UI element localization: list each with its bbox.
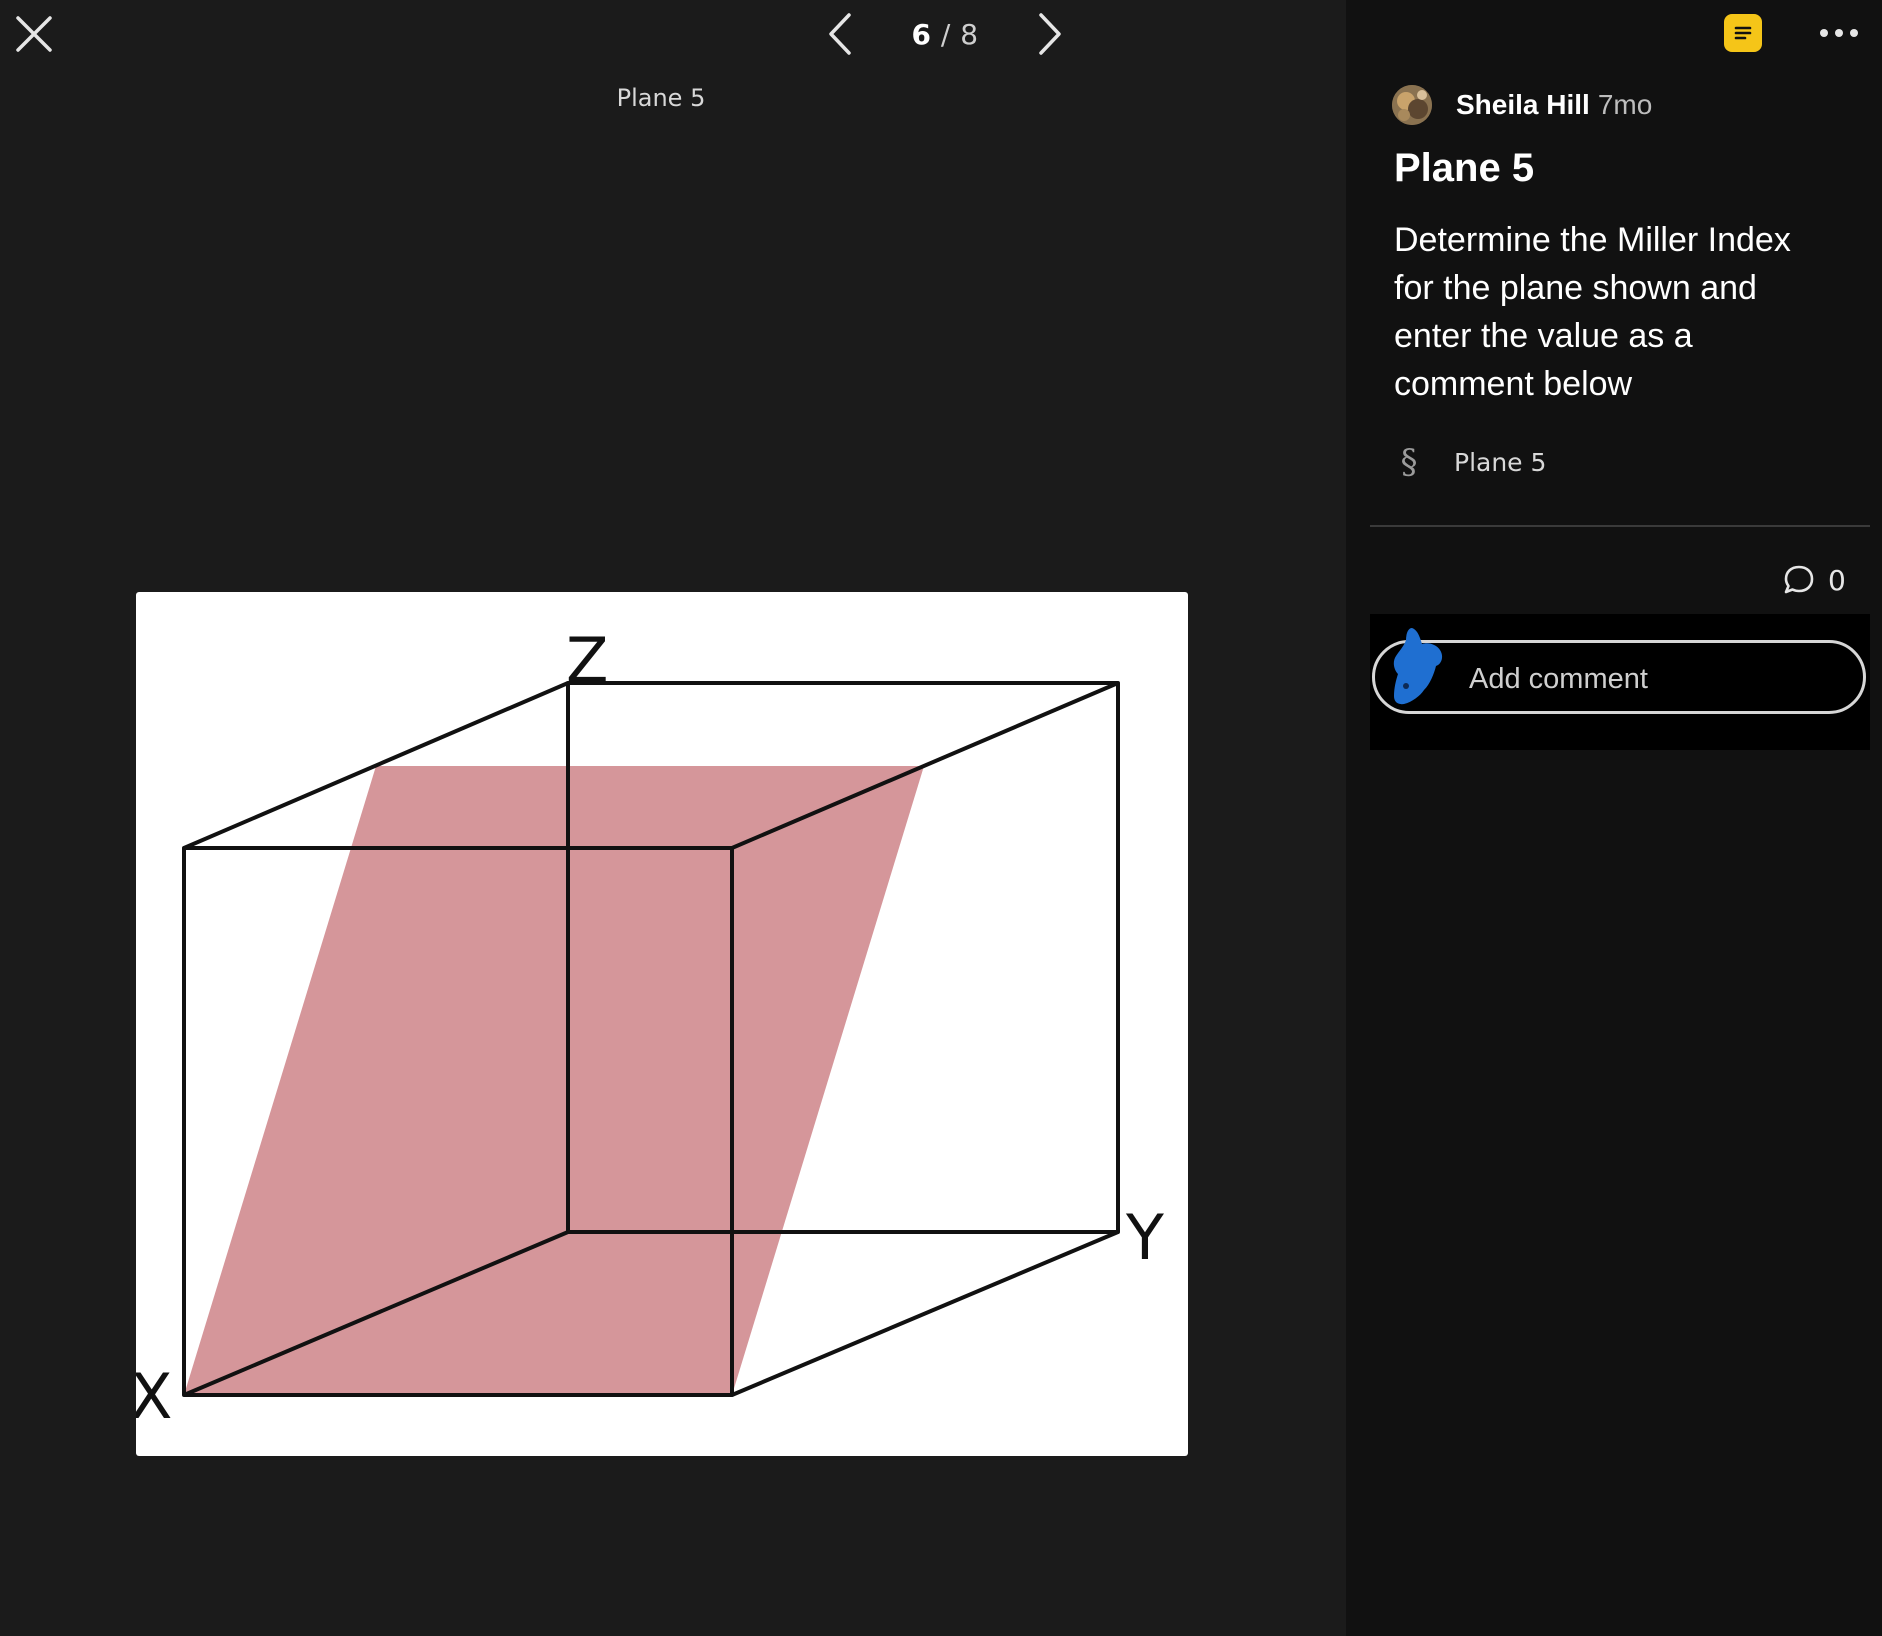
post-time: 7mo: [1597, 89, 1653, 120]
author-row: Sheila Hill 7mo: [1392, 84, 1652, 126]
image-viewer: 6 / 8 Plane 5 Z Y X: [0, 0, 1346, 1636]
panel-header: [1346, 0, 1882, 70]
section-icon: §: [1400, 442, 1418, 482]
more-options-button[interactable]: [1814, 14, 1864, 52]
comment-count: 0: [1828, 563, 1846, 597]
notes-button[interactable]: [1724, 14, 1762, 52]
cube-edge-bottom-right: [731, 1230, 1119, 1397]
post-body: Determine the Miller Index for the plane…: [1394, 221, 1791, 403]
pager-separator: /: [940, 17, 951, 51]
section-label: Plane 5: [1454, 447, 1547, 477]
plane-figure: Z Y X: [136, 592, 1188, 1456]
chevron-left-icon: [829, 13, 851, 55]
axis-label-x: X: [136, 1360, 172, 1433]
more-icon: [1820, 29, 1858, 37]
section-link[interactable]: § Plane 5: [1392, 440, 1547, 484]
close-button[interactable]: [10, 10, 58, 58]
prev-button[interactable]: [820, 8, 860, 60]
axis-label-y: Y: [1125, 1201, 1164, 1274]
side-panel: Sheila Hill 7mo Plane 5 Determine the Mi…: [1346, 0, 1882, 1636]
pager-current: 6: [911, 17, 932, 51]
pager: 6 / 8: [820, 6, 1070, 62]
chevron-right-icon: [1039, 13, 1061, 55]
cube-edge-top-right: [731, 681, 1119, 850]
axis-label-z: Z: [566, 624, 608, 697]
pager-count: 6 / 8: [911, 18, 978, 51]
cube-diagram: Z Y X: [136, 624, 1164, 1433]
comment-placeholder: Add comment: [1469, 663, 1648, 695]
shaded-plane: [184, 766, 924, 1395]
current-user-avatar: [1393, 628, 1443, 705]
next-button[interactable]: [1030, 8, 1070, 60]
author-name[interactable]: Sheila Hill: [1456, 89, 1590, 121]
comment-composer: Add comment: [1370, 614, 1870, 750]
close-icon: [16, 16, 52, 52]
divider: [1370, 525, 1870, 527]
author-avatar[interactable]: [1392, 85, 1432, 125]
avatar-image: [1392, 85, 1432, 125]
post-title: Plane 5: [1394, 146, 1535, 190]
pager-total: 8: [960, 17, 979, 51]
notes-icon: [1734, 26, 1752, 40]
comment-bubble-icon: [1784, 565, 1814, 594]
image-caption: Plane 5: [616, 84, 706, 112]
comment-count-button[interactable]: 0: [1782, 560, 1846, 600]
